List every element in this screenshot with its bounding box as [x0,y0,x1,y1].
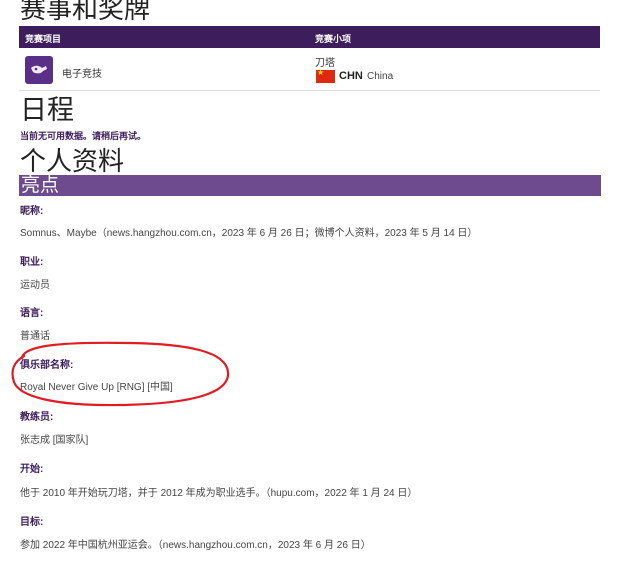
schedule-heading: 日程 [20,95,74,125]
noc-code: CHN [339,70,363,82]
field-label-club: 俱乐部名称: [20,360,74,371]
field-value-club: Royal Never Give Up [RNG] [中国] [20,382,173,393]
field-value-language: 普通话 [20,331,50,342]
highlights-title: 亮点 [21,175,60,196]
col-header-event: 竞赛小项 [315,34,352,44]
schedule-empty-note: 当前无可用数据。请稍后再试。 [20,131,147,141]
medals-table-header: 竞赛项目 竞赛小项 [19,26,600,48]
field-value-start: 他于 2010 年开始玩刀塔，并于 2012 年成为职业选手。（hupu.com… [20,488,418,499]
esports-icon [25,56,53,84]
profile-heading: 个人资料 [20,146,125,176]
event-name: 刀塔 [315,58,335,69]
noc-name: China [367,71,394,82]
field-label-goal: 目标: [20,517,44,528]
field-value-occupation: 运动员 [20,280,50,291]
field-label-coach: 教练员: [20,412,54,423]
highlights-section-bar: 亮点 [19,175,601,196]
col-header-sport: 竞赛项目 [25,34,62,44]
field-label-language: 语言: [20,308,44,319]
china-flag-icon [316,68,335,83]
field-value-goal: 参加 2022 年中国杭州亚运会。（news.hangzhou.com.cn，2… [20,540,371,551]
sport-link-esports[interactable]: 电子竞技 [62,65,102,80]
field-value-nickname: Somnus、Maybe（news.hangzhou.com.cn，2023 年… [20,228,478,239]
field-label-start: 开始: [20,464,44,475]
medals-heading: 赛事和奖牌 [20,0,151,24]
medals-table-row: 电子竞技 刀塔 CHN China [19,48,600,91]
field-label-nickname: 昵称: [20,206,44,217]
field-label-occupation: 职业: [20,257,44,268]
field-value-coach: 张志成 [国家队] [20,435,89,446]
